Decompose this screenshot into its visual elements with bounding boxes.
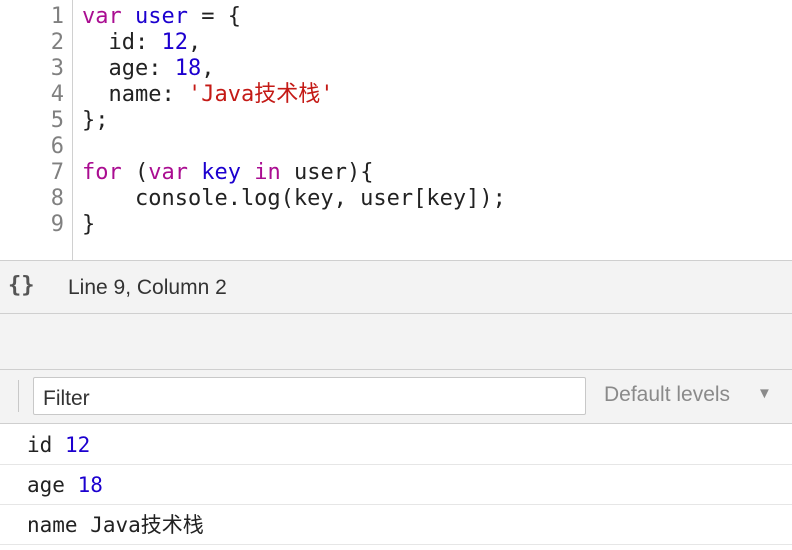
message-key: id: [27, 433, 65, 457]
editor-status-bar: {} Line 9, Column 2: [0, 260, 792, 314]
line-number: 4: [50, 82, 64, 107]
code-token: 18: [174, 56, 202, 81]
console-message-text: age 18: [27, 465, 103, 505]
message-value: Java技术栈: [90, 513, 204, 537]
line-number: 2: [50, 30, 64, 55]
code-token: var: [148, 160, 188, 185]
code-token: in: [254, 160, 281, 185]
code-token: for: [82, 160, 122, 185]
code-token: var: [82, 4, 122, 29]
code-token: user){: [280, 160, 374, 185]
console-message[interactable]: age 18: [0, 465, 792, 505]
console-toolbar: Filter Default levels ▼: [0, 370, 792, 424]
code-text: name: 'Java技术栈': [82, 82, 333, 108]
cursor-position: Line 9, Column 2: [68, 276, 227, 299]
code-token: ,: [187, 30, 202, 55]
code-token: key: [201, 160, 241, 185]
code-text: }: [82, 212, 95, 238]
code-token: name:: [82, 82, 188, 107]
pretty-print-icon[interactable]: {}: [8, 273, 35, 298]
code-token: age:: [82, 56, 175, 81]
line-number: 8: [50, 186, 64, 211]
code-token: 'Java技术栈': [187, 82, 334, 107]
line-number: 3: [50, 56, 64, 81]
code-text: console.log(key, user[key]);: [82, 186, 506, 212]
code-text: age: 18,: [82, 56, 214, 82]
chevron-down-icon[interactable]: ▼: [757, 385, 772, 402]
code-text: };: [82, 108, 109, 134]
line-number: 5: [50, 108, 64, 133]
message-key: age: [27, 473, 78, 497]
console-message[interactable]: id 12: [0, 425, 792, 465]
message-value: 18: [77, 473, 103, 497]
line-number: 7: [50, 160, 64, 185]
console-message[interactable]: name Java技术栈: [0, 505, 792, 545]
code-token: };: [82, 108, 109, 133]
code-token: = {: [187, 4, 241, 29]
line-number: 1: [50, 4, 64, 29]
code-token: ,: [201, 56, 215, 81]
code-token: user: [135, 4, 188, 29]
code-token: 12: [161, 30, 188, 55]
code-text: id: 12,: [82, 30, 201, 56]
message-key: name: [27, 513, 91, 537]
code-text: var user = {: [82, 4, 241, 30]
drawer-header: [0, 314, 792, 370]
message-value: 12: [64, 433, 91, 457]
code-token: id:: [82, 30, 162, 55]
toolbar-divider: [18, 380, 19, 412]
code-editor[interactable]: 1 var user = { 2 id: 12, 3 age: 18, 4 name: …: [0, 0, 792, 260]
code-token: }: [82, 212, 96, 237]
code-token: (: [121, 160, 149, 185]
line-number: 9: [50, 212, 64, 237]
console-message-text: name Java技术栈: [27, 505, 204, 545]
console-filter-input[interactable]: Filter: [33, 377, 586, 415]
code-text: for (var key in user){: [82, 160, 373, 186]
console-message-text: id 12: [27, 425, 90, 465]
code-token: console.log(key, user[key]);: [82, 186, 506, 211]
log-levels-dropdown[interactable]: Default levels: [604, 383, 730, 407]
line-number: 6: [50, 134, 64, 159]
